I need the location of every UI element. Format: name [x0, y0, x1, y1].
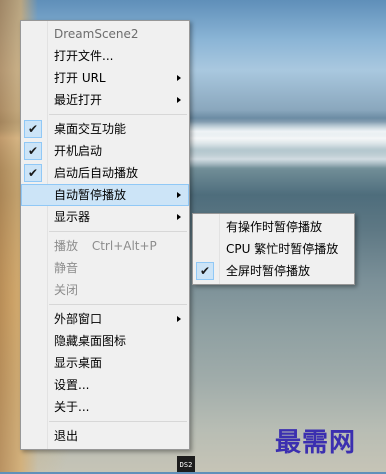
menu-item-open-url[interactable]: 打开 URL	[21, 67, 189, 89]
menu-item-monitor[interactable]: 显示器	[21, 206, 189, 228]
desktop-wave	[190, 150, 386, 168]
submenu-arrow-icon	[177, 316, 181, 322]
menu-item-recent[interactable]: 最近打开	[21, 89, 189, 111]
menu-item-label: 启动后自动播放	[54, 166, 139, 180]
menu-item-show-desktop[interactable]: 显示桌面	[21, 352, 189, 374]
menu-item-about[interactable]: 关于...	[21, 396, 189, 418]
menu-item-autoplay[interactable]: ✔ 启动后自动播放	[21, 162, 189, 184]
checkmark-icon: ✔	[24, 120, 42, 138]
menu-item-startup[interactable]: ✔ 开机启动	[21, 140, 189, 162]
menu-item-label: 自动暂停播放	[54, 188, 127, 202]
menu-item-label: 外部窗口	[54, 312, 103, 326]
menu-separator	[49, 421, 187, 422]
menu-item-label: 显示器	[54, 210, 91, 224]
menu-item-auto-pause[interactable]: 自动暂停播放	[21, 184, 189, 206]
submenu-item-pause-on-fullscreen[interactable]: ✔ 全屏时暂停播放	[193, 260, 354, 282]
desktop-wave	[190, 118, 386, 148]
menu-item-exit[interactable]: 退出	[21, 425, 189, 447]
menu-item-label: 桌面交互功能	[54, 122, 127, 136]
menu-separator	[49, 231, 187, 232]
checkmark-icon: ✔	[196, 262, 214, 280]
menu-item-label: 全屏时暂停播放	[226, 264, 311, 278]
auto-pause-submenu: 有操作时暂停播放 CPU 繁忙时暂停播放 ✔ 全屏时暂停播放	[192, 213, 355, 285]
submenu-arrow-icon	[177, 192, 181, 198]
menu-item-settings[interactable]: 设置...	[21, 374, 189, 396]
checkmark-icon: ✔	[24, 142, 42, 160]
tray-context-menu: DreamScene2 打开文件... 打开 URL 最近打开 ✔ 桌面交互功能…	[20, 20, 190, 450]
menu-item-label: 开机启动	[54, 144, 103, 158]
menu-item-play[interactable]: 播放 Ctrl+Alt+P	[21, 235, 189, 257]
menu-separator	[49, 114, 187, 115]
menu-item-desktop-interaction[interactable]: ✔ 桌面交互功能	[21, 118, 189, 140]
menu-header: DreamScene2	[54, 27, 139, 41]
submenu-arrow-icon	[177, 214, 181, 220]
menu-item-close[interactable]: 关闭	[21, 279, 189, 301]
menu-item-external-window[interactable]: 外部窗口	[21, 308, 189, 330]
menu-item-open-file[interactable]: 打开文件...	[21, 45, 189, 67]
checkmark-icon: ✔	[24, 164, 42, 182]
watermark-logo: 最需网	[275, 428, 357, 458]
menu-separator	[49, 304, 187, 305]
submenu-item-pause-on-activity[interactable]: 有操作时暂停播放	[193, 216, 354, 238]
menu-item-shortcut: Ctrl+Alt+P	[91, 239, 157, 253]
submenu-item-pause-on-cpu-busy[interactable]: CPU 繁忙时暂停播放	[193, 238, 354, 260]
menu-item-label: 播放	[54, 239, 79, 253]
taskbar-app-icon[interactable]: DS2	[177, 456, 195, 472]
submenu-arrow-icon	[177, 75, 181, 81]
menu-item-mute[interactable]: 静音	[21, 257, 189, 279]
submenu-arrow-icon	[177, 97, 181, 103]
menu-item-label: 最近打开	[54, 93, 103, 107]
menu-item-label: 打开 URL	[54, 71, 106, 85]
menu-item-hide-desktop-icons[interactable]: 隐藏桌面图标	[21, 330, 189, 352]
